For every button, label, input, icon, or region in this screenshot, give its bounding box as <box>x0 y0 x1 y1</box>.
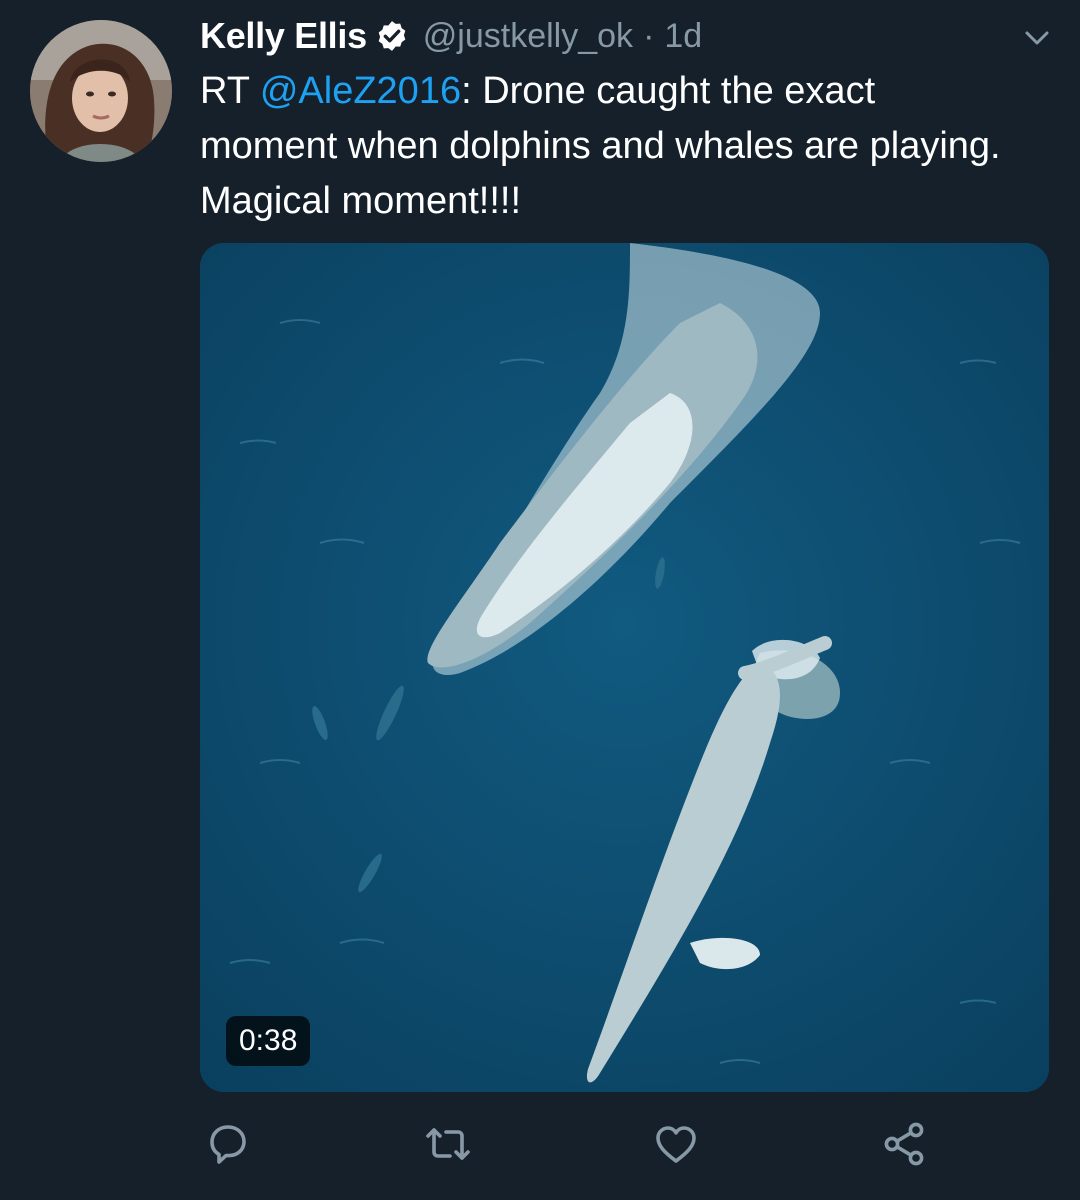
author-name[interactable]: Kelly Ellis <box>200 15 367 57</box>
tweet-text: RT @AleZ2016: Drone caught the exact mom… <box>200 64 1020 229</box>
retweet-icon[interactable] <box>424 1120 472 1168</box>
chevron-down-icon[interactable] <box>1022 26 1052 50</box>
separator-dot: · <box>643 16 655 55</box>
tweet-actions <box>200 1120 940 1176</box>
author-handle[interactable]: @justkelly_ok <box>423 17 633 56</box>
share-icon[interactable] <box>880 1120 928 1168</box>
heart-icon[interactable] <box>652 1120 700 1168</box>
timestamp[interactable]: 1d <box>664 17 702 56</box>
reply-icon[interactable] <box>204 1120 252 1168</box>
tweet-card[interactable]: Kelly Ellis @justkelly_ok · 1d RT @AleZ2… <box>0 0 1080 1200</box>
video-thumbnail <box>200 243 1049 1092</box>
video-duration: 0:38 <box>226 1016 311 1066</box>
mention-link[interactable]: @AleZ2016 <box>260 70 461 112</box>
tweet-header: Kelly Ellis @justkelly_ok · 1d <box>200 14 702 58</box>
retweet-prefix: RT <box>200 70 260 112</box>
verified-badge-icon <box>378 21 406 51</box>
video-player[interactable]: 0:38 <box>200 243 1049 1092</box>
avatar[interactable] <box>30 20 172 162</box>
